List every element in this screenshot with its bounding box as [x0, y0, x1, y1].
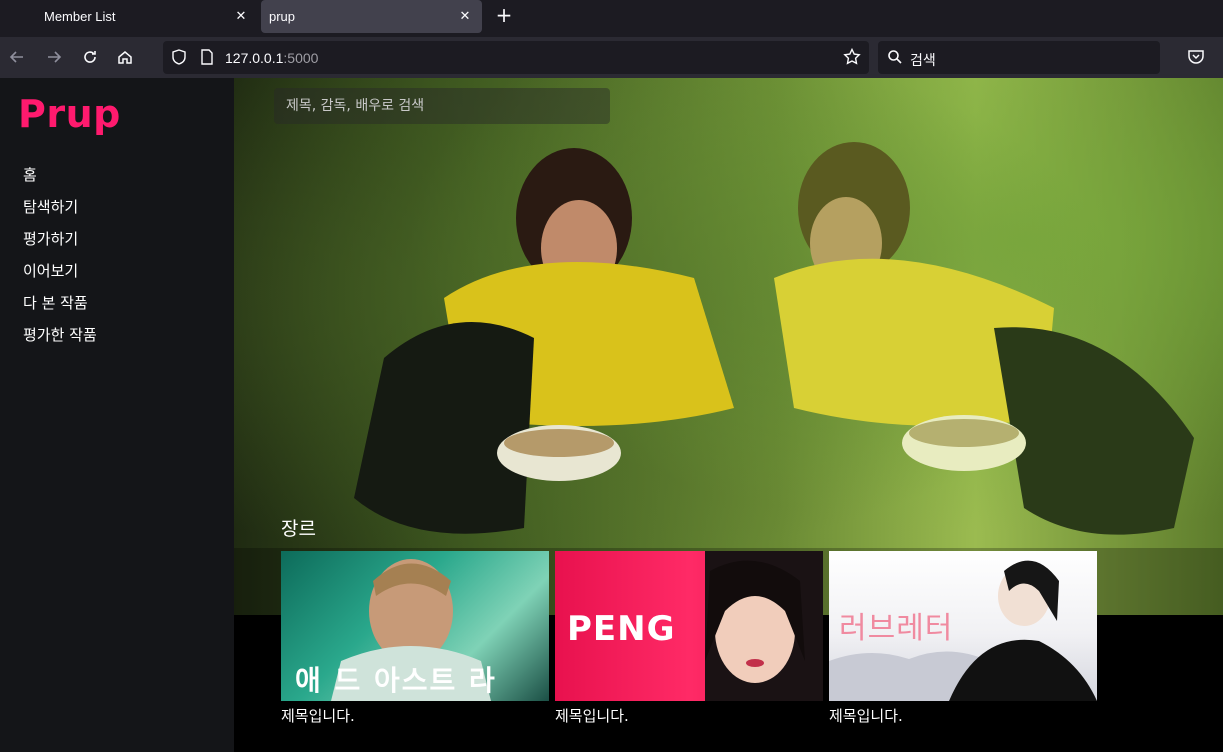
- browser-search-placeholder: 검색: [910, 52, 936, 68]
- sidebar-item-home[interactable]: 홈: [23, 164, 97, 196]
- shield-icon[interactable]: [168, 46, 190, 68]
- movie-poster[interactable]: 애 드 아스트 라: [281, 551, 549, 701]
- forward-icon[interactable]: [43, 46, 65, 68]
- logo[interactable]: Prup: [18, 92, 121, 136]
- url-bar[interactable]: 127.0.0.1:5000: [163, 41, 869, 74]
- card-title[interactable]: 제목입니다.: [555, 705, 823, 726]
- movie-card[interactable]: 애 드 아스트 라 제목입니다.: [281, 551, 549, 726]
- sidebar-item-continue[interactable]: 이어보기: [23, 260, 97, 292]
- sidebar: Prup 홈 탐색하기 평가하기 이어보기 다 본 작품 평가한 작품: [0, 78, 234, 752]
- tab-label: Member List: [44, 9, 116, 24]
- poster-text: 애 드 아스트 라: [295, 664, 497, 697]
- tab-prup[interactable]: prup ✕: [261, 0, 482, 33]
- navigation-bar: 127.0.0.1:5000 검색: [0, 37, 1223, 78]
- sidebar-item-rate[interactable]: 평가하기: [23, 228, 97, 260]
- bookmark-star-icon[interactable]: [841, 46, 863, 68]
- reload-icon[interactable]: [79, 46, 101, 68]
- tab-member-list[interactable]: Member List ✕: [0, 0, 258, 33]
- movie-poster[interactable]: 러브레터: [829, 551, 1097, 701]
- sidebar-item-watched[interactable]: 다 본 작품: [23, 292, 97, 324]
- poster-text: 러브레터: [839, 611, 954, 646]
- poster-text: PENG: [567, 609, 676, 649]
- search-icon: [884, 46, 906, 68]
- close-icon[interactable]: ✕: [234, 9, 248, 23]
- page-content: Prup 홈 탐색하기 평가하기 이어보기 다 본 작품 평가한 작품 장르 애…: [0, 78, 1223, 752]
- sidebar-item-explore[interactable]: 탐색하기: [23, 196, 97, 228]
- card-title[interactable]: 제목입니다.: [281, 705, 549, 726]
- movie-search-input[interactable]: [274, 88, 610, 124]
- hero-banner: [234, 78, 1223, 615]
- pocket-icon[interactable]: [1185, 46, 1207, 68]
- card-title[interactable]: 제목입니다.: [829, 705, 1097, 726]
- home-icon[interactable]: [114, 46, 136, 68]
- sidebar-menu: 홈 탐색하기 평가하기 이어보기 다 본 작품 평가한 작품: [23, 164, 97, 356]
- hero-image: [234, 142, 1223, 615]
- new-tab-icon[interactable]: +: [494, 5, 514, 25]
- tab-label: prup: [269, 9, 296, 24]
- url-host: 127.0.0.1: [225, 50, 284, 66]
- page-icon: [196, 46, 218, 68]
- url-port: :5000: [283, 50, 319, 66]
- back-icon[interactable]: [6, 46, 28, 68]
- movie-card[interactable]: 러브레터 제목입니다.: [829, 551, 1097, 726]
- movie-poster[interactable]: PENG: [555, 551, 823, 701]
- sidebar-item-rated[interactable]: 평가한 작품: [23, 324, 97, 356]
- browser-search-bar[interactable]: 검색: [878, 41, 1160, 74]
- movie-card[interactable]: PENG 제목입니다.: [555, 551, 823, 726]
- genre-heading: 장르: [281, 518, 316, 540]
- tab-bar: Member List ✕ prup ✕ +: [0, 0, 1223, 37]
- url-text[interactable]: 127.0.0.1:5000: [225, 50, 318, 66]
- close-icon[interactable]: ✕: [458, 9, 472, 23]
